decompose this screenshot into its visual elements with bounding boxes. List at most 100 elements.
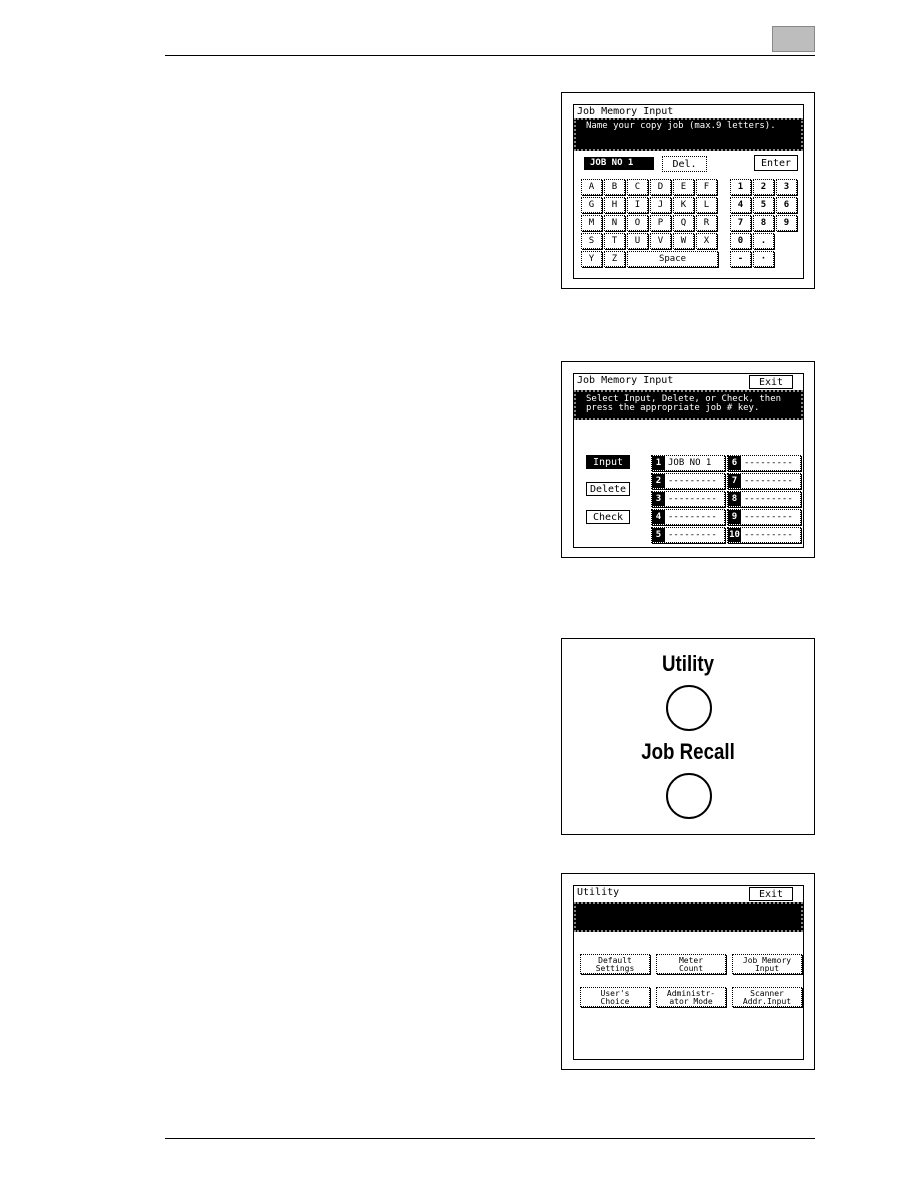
utility-key[interactable] [666, 685, 712, 731]
job-memory-input-keyboard-panel: Job Memory Input Name your copy job (max… [561, 92, 815, 289]
job-slot-4[interactable]: 4 --------- [651, 509, 725, 525]
key-S[interactable]: S [581, 233, 602, 249]
message-bar: Name your copy job (max.9 letters). [574, 118, 803, 151]
utility-button[interactable]: Job Memory Input [732, 954, 802, 974]
job-name: --------- [668, 476, 717, 486]
header-rule [165, 55, 815, 56]
key-A[interactable]: A [581, 179, 602, 195]
utility-label: Utility [662, 651, 714, 676]
digit-key[interactable]: 9 [776, 215, 797, 231]
digit-key[interactable]: 4 [730, 197, 751, 213]
key-R[interactable]: R [696, 215, 717, 231]
key-N[interactable]: N [604, 215, 625, 231]
digit-key[interactable]: 3 [776, 179, 797, 195]
screen-title: Job Memory Input [577, 106, 674, 117]
button-line: Choice [600, 997, 630, 1006]
enter-button[interactable]: Enter [754, 155, 798, 171]
manual-page: Job Memory Input Name your copy job (max… [0, 0, 918, 1188]
utility-button[interactable]: Meter Count [656, 954, 726, 974]
job-slot-3[interactable]: 3 --------- [651, 491, 725, 507]
key-K[interactable]: K [673, 197, 694, 213]
key-M[interactable]: M [581, 215, 602, 231]
job-slot-10[interactable]: 10 --------- [727, 527, 801, 543]
digit-key[interactable]: 2 [753, 179, 774, 195]
job-number: 5 [652, 528, 665, 542]
key-W[interactable]: W [673, 233, 694, 249]
message-bar: Select Input, Delete, or Check, then pre… [574, 390, 803, 420]
key-T[interactable]: T [604, 233, 625, 249]
job-number: 1 [652, 456, 665, 470]
digit-key[interactable]: - [730, 251, 751, 267]
utility-button[interactable]: Scanner Addr.Input [732, 987, 802, 1007]
utility-button[interactable]: User's Choice [580, 987, 650, 1007]
key-G[interactable]: G [581, 197, 602, 213]
footer-rule [165, 1138, 815, 1139]
del-button[interactable]: Del. [662, 156, 707, 172]
job-recall-key[interactable] [666, 773, 712, 819]
screen-title: Job Memory Input [577, 375, 674, 386]
digit-key[interactable]: . [753, 233, 774, 249]
key-H[interactable]: H [604, 197, 625, 213]
job-name-field[interactable]: JOB NO 1 [584, 157, 654, 170]
job-number: 8 [728, 492, 741, 506]
key-Y[interactable]: Y [581, 251, 602, 267]
job-name: JOB NO 1 [668, 458, 712, 468]
utility-button[interactable]: Administr-ator Mode [656, 987, 726, 1007]
key-J[interactable]: J [650, 197, 671, 213]
job-slot-6[interactable]: 6 --------- [727, 455, 801, 471]
digit-key[interactable]: 5 [753, 197, 774, 213]
digit-key[interactable]: · [753, 251, 774, 267]
job-number: 6 [728, 456, 741, 470]
key-E[interactable]: E [673, 179, 694, 195]
digit-key[interactable]: 7 [730, 215, 751, 231]
key-D[interactable]: D [650, 179, 671, 195]
message-bar [574, 902, 803, 932]
key-L[interactable]: L [696, 197, 717, 213]
job-name: --------- [744, 476, 793, 486]
exit-button[interactable]: Exit [749, 887, 793, 901]
digit-key[interactable]: 1 [730, 179, 751, 195]
job-name: --------- [744, 494, 793, 504]
key-I[interactable]: I [627, 197, 648, 213]
button-line: Addr.Input [742, 997, 792, 1006]
job-slot-2[interactable]: 2 --------- [651, 473, 725, 489]
key-V[interactable]: V [650, 233, 671, 249]
control-panel-keys: Utility Job Recall [561, 638, 815, 835]
space-key[interactable]: Space [627, 251, 718, 267]
button-line: Input [754, 964, 780, 973]
job-name: --------- [744, 530, 793, 540]
delete-mode-button[interactable]: Delete [586, 482, 630, 496]
digit-key[interactable]: 0 [730, 233, 751, 249]
key-Z[interactable]: Z [604, 251, 625, 267]
input-mode-button[interactable]: Input [586, 455, 630, 469]
key-X[interactable]: X [696, 233, 717, 249]
key-B[interactable]: B [604, 179, 625, 195]
job-number: 10 [728, 528, 741, 542]
utility-button[interactable]: Default Settings [580, 954, 650, 974]
key-P[interactable]: P [650, 215, 671, 231]
check-mode-button[interactable]: Check [586, 510, 630, 524]
key-F[interactable]: F [696, 179, 717, 195]
exit-button[interactable]: Exit [749, 375, 793, 389]
job-name: --------- [668, 530, 717, 540]
job-recall-label: Job Recall [641, 739, 735, 764]
screen-title: Utility [577, 887, 620, 898]
key-C[interactable]: C [627, 179, 648, 195]
job-slot-7[interactable]: 7 --------- [727, 473, 801, 489]
job-slot-1[interactable]: 1 JOB NO 1 [651, 455, 725, 471]
digit-key[interactable]: 8 [753, 215, 774, 231]
button-line: ator Mode [669, 997, 713, 1006]
utility-panel: Utility Exit Default Settings Meter Count Jo… [561, 873, 815, 1070]
job-slot-5[interactable]: 5 --------- [651, 527, 725, 543]
key-U[interactable]: U [627, 233, 648, 249]
job-number: 9 [728, 510, 741, 524]
key-O[interactable]: O [627, 215, 648, 231]
button-line: Settings [595, 964, 635, 973]
job-slot-9[interactable]: 9 --------- [727, 509, 801, 525]
job-name: --------- [744, 458, 793, 468]
job-name: --------- [668, 494, 717, 504]
message-line: press the appropriate job # key. [586, 403, 760, 413]
digit-key[interactable]: 6 [776, 197, 797, 213]
key-Q[interactable]: Q [673, 215, 694, 231]
job-slot-8[interactable]: 8 --------- [727, 491, 801, 507]
